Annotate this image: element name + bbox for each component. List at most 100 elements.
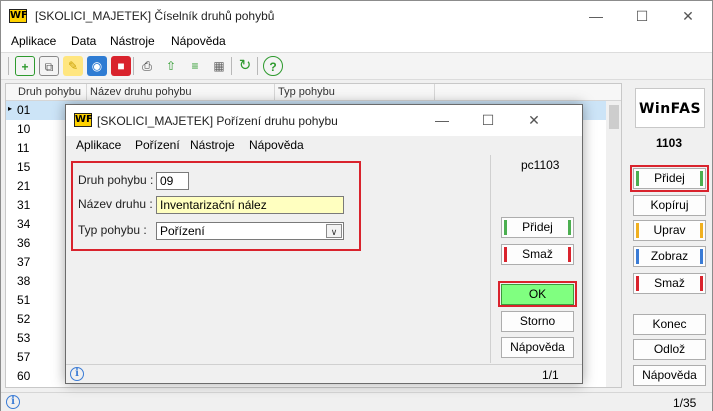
scrollbar-thumb[interactable] [609, 105, 619, 129]
column-divider [86, 84, 87, 101]
copy-button-label: Kopíruj [650, 198, 689, 212]
refresh-icon[interactable]: ↻ [235, 56, 255, 76]
form-code: pc1103 [521, 158, 560, 172]
dialog-help-button[interactable]: Nápověda [501, 337, 574, 358]
dialog-delete-label: Smaž [522, 247, 553, 261]
row-code: 34 [17, 217, 31, 231]
view-button-label: Zobraz [650, 249, 689, 263]
dialog-logo-icon: WF [74, 113, 93, 127]
dialog-add-button[interactable]: Přidej [501, 217, 574, 238]
cancel-button-label: Storno [519, 314, 556, 328]
column-divider [274, 84, 275, 101]
copy-button[interactable]: Kopíruj [633, 195, 706, 216]
dialog-menu-nastroje[interactable]: Nástroje [190, 138, 235, 152]
dialog-delete-button[interactable]: Smaž [501, 244, 574, 265]
add-icon[interactable]: + [15, 56, 35, 76]
row-code: 31 [17, 198, 31, 212]
edit-button-label: Uprav [653, 223, 686, 237]
company-code: 1103 [655, 136, 683, 150]
dialog-title-bar: WF [SKOLICI_MAJETEK] Pořízení druhu pohy… [66, 105, 582, 136]
cancel-button[interactable]: Storno [501, 311, 574, 332]
column-header-typ[interactable]: Typ pohybu [278, 86, 335, 98]
delete-icon[interactable]: ■ [111, 56, 131, 76]
help-icon[interactable]: ? [263, 56, 283, 76]
ok-button[interactable]: OK [501, 284, 574, 305]
dialog-status-bar: i 1/1 [66, 364, 582, 383]
row-code: 51 [17, 293, 31, 307]
edit-icon[interactable]: ✎ [63, 56, 83, 76]
view-button[interactable]: Zobraz [633, 246, 706, 267]
copy-icon[interactable]: ⧉ [39, 56, 59, 76]
row-code: 15 [17, 160, 31, 174]
button-accent [700, 171, 703, 186]
help-button-label: Nápověda [642, 368, 697, 382]
add-button[interactable]: Přidej [633, 168, 706, 189]
typ-select-value: Pořízení [160, 224, 205, 238]
toolbar-grip [8, 57, 9, 75]
end-button[interactable]: Konec [633, 314, 706, 335]
row-code: 60 [17, 369, 31, 383]
title-bar: WF [SKOLICI_MAJETEK] Číselník druhů pohy… [1, 1, 712, 32]
dialog-menu-aplikace[interactable]: Aplikace [76, 138, 121, 152]
button-accent [636, 171, 639, 186]
row-code: 36 [17, 236, 31, 250]
dialog-menu-bar: Aplikace Pořízení Nástroje Nápověda [66, 136, 582, 155]
dialog-title: [SKOLICI_MAJETEK] Pořízení druhu pohybu [97, 114, 338, 128]
typ-label: Typ pohybu : [78, 223, 147, 237]
dialog-info-icon[interactable]: i [70, 367, 84, 381]
column-divider [434, 84, 435, 101]
print-icon[interactable]: ⎙ [137, 56, 157, 76]
row-pointer-icon: ▸ [8, 104, 13, 113]
druh-input[interactable]: 09 [156, 172, 189, 190]
row-code: 10 [17, 122, 31, 136]
menu-napoveda[interactable]: Nápověda [171, 34, 226, 48]
dialog-minimize-icon[interactable]: — [419, 105, 465, 135]
postpone-button-label: Odlož [653, 342, 686, 356]
column-header-druh[interactable]: Druh pohybu [18, 86, 84, 98]
dialog-help-label: Nápověda [510, 340, 565, 354]
dialog-page-counter: 1/1 [542, 368, 559, 382]
list-icon[interactable]: ≡ [185, 56, 205, 76]
postpone-button[interactable]: Odlož [633, 339, 706, 360]
minimize-icon[interactable]: — [573, 1, 619, 31]
info-icon[interactable]: i [6, 395, 20, 409]
app-logo-icon: WF [9, 9, 28, 23]
columns-icon[interactable]: ▦ [209, 56, 229, 76]
dialog-menu-napoveda[interactable]: Nápověda [249, 138, 304, 152]
edit-button[interactable]: Uprav [633, 220, 706, 241]
row-code: 57 [17, 350, 31, 364]
delete-button[interactable]: Smaž [633, 273, 706, 294]
winfas-logo: WinFAS [635, 88, 705, 128]
menu-aplikace[interactable]: Aplikace [11, 34, 56, 48]
view-icon[interactable]: ◉ [87, 56, 107, 76]
typ-select[interactable]: Pořízení ∨ [156, 222, 344, 240]
grid-header: Druh pohybu Název druhu pohybu Typ pohyb… [6, 84, 621, 101]
maximize-icon[interactable]: ☐ [619, 1, 665, 31]
column-header-nazev[interactable]: Název druhu pohybu [90, 86, 192, 98]
row-code: 01 [17, 103, 31, 117]
button-accent [504, 247, 507, 262]
end-button-label: Konec [652, 317, 687, 331]
page-counter: 1/35 [673, 396, 697, 410]
help-button[interactable]: Nápověda [633, 365, 706, 386]
nazev-input[interactable]: Inventarizační nález [156, 196, 344, 214]
close-icon[interactable]: ✕ [665, 1, 711, 31]
dialog-menu-porizeni[interactable]: Pořízení [135, 138, 180, 152]
row-code: 52 [17, 312, 31, 326]
row-code: 11 [17, 141, 30, 155]
row-code: 21 [17, 179, 31, 193]
button-accent [636, 249, 639, 264]
action-panel: WinFAS 1103 Přidej Kopíruj Uprav Zobraz … [627, 83, 711, 388]
button-accent [700, 276, 703, 291]
button-accent [700, 249, 703, 264]
button-accent [636, 276, 639, 291]
dialog-close-icon[interactable]: ✕ [511, 105, 557, 135]
menu-data[interactable]: Data [71, 34, 96, 48]
chevron-down-icon[interactable]: ∨ [326, 224, 342, 238]
menu-nastroje[interactable]: Nástroje [110, 34, 155, 48]
form-highlight-box: Druh pohybu : 09 Název druhu : Inventari… [71, 161, 361, 251]
export-icon[interactable]: ⇧ [161, 56, 181, 76]
toolbar: + ⧉ ✎ ◉ ■ ⎙ ⇧ ≡ ▦ ↻ ? [1, 52, 712, 80]
grid-scrollbar[interactable] [606, 101, 621, 387]
dialog-maximize-icon[interactable]: ☐ [465, 105, 511, 135]
